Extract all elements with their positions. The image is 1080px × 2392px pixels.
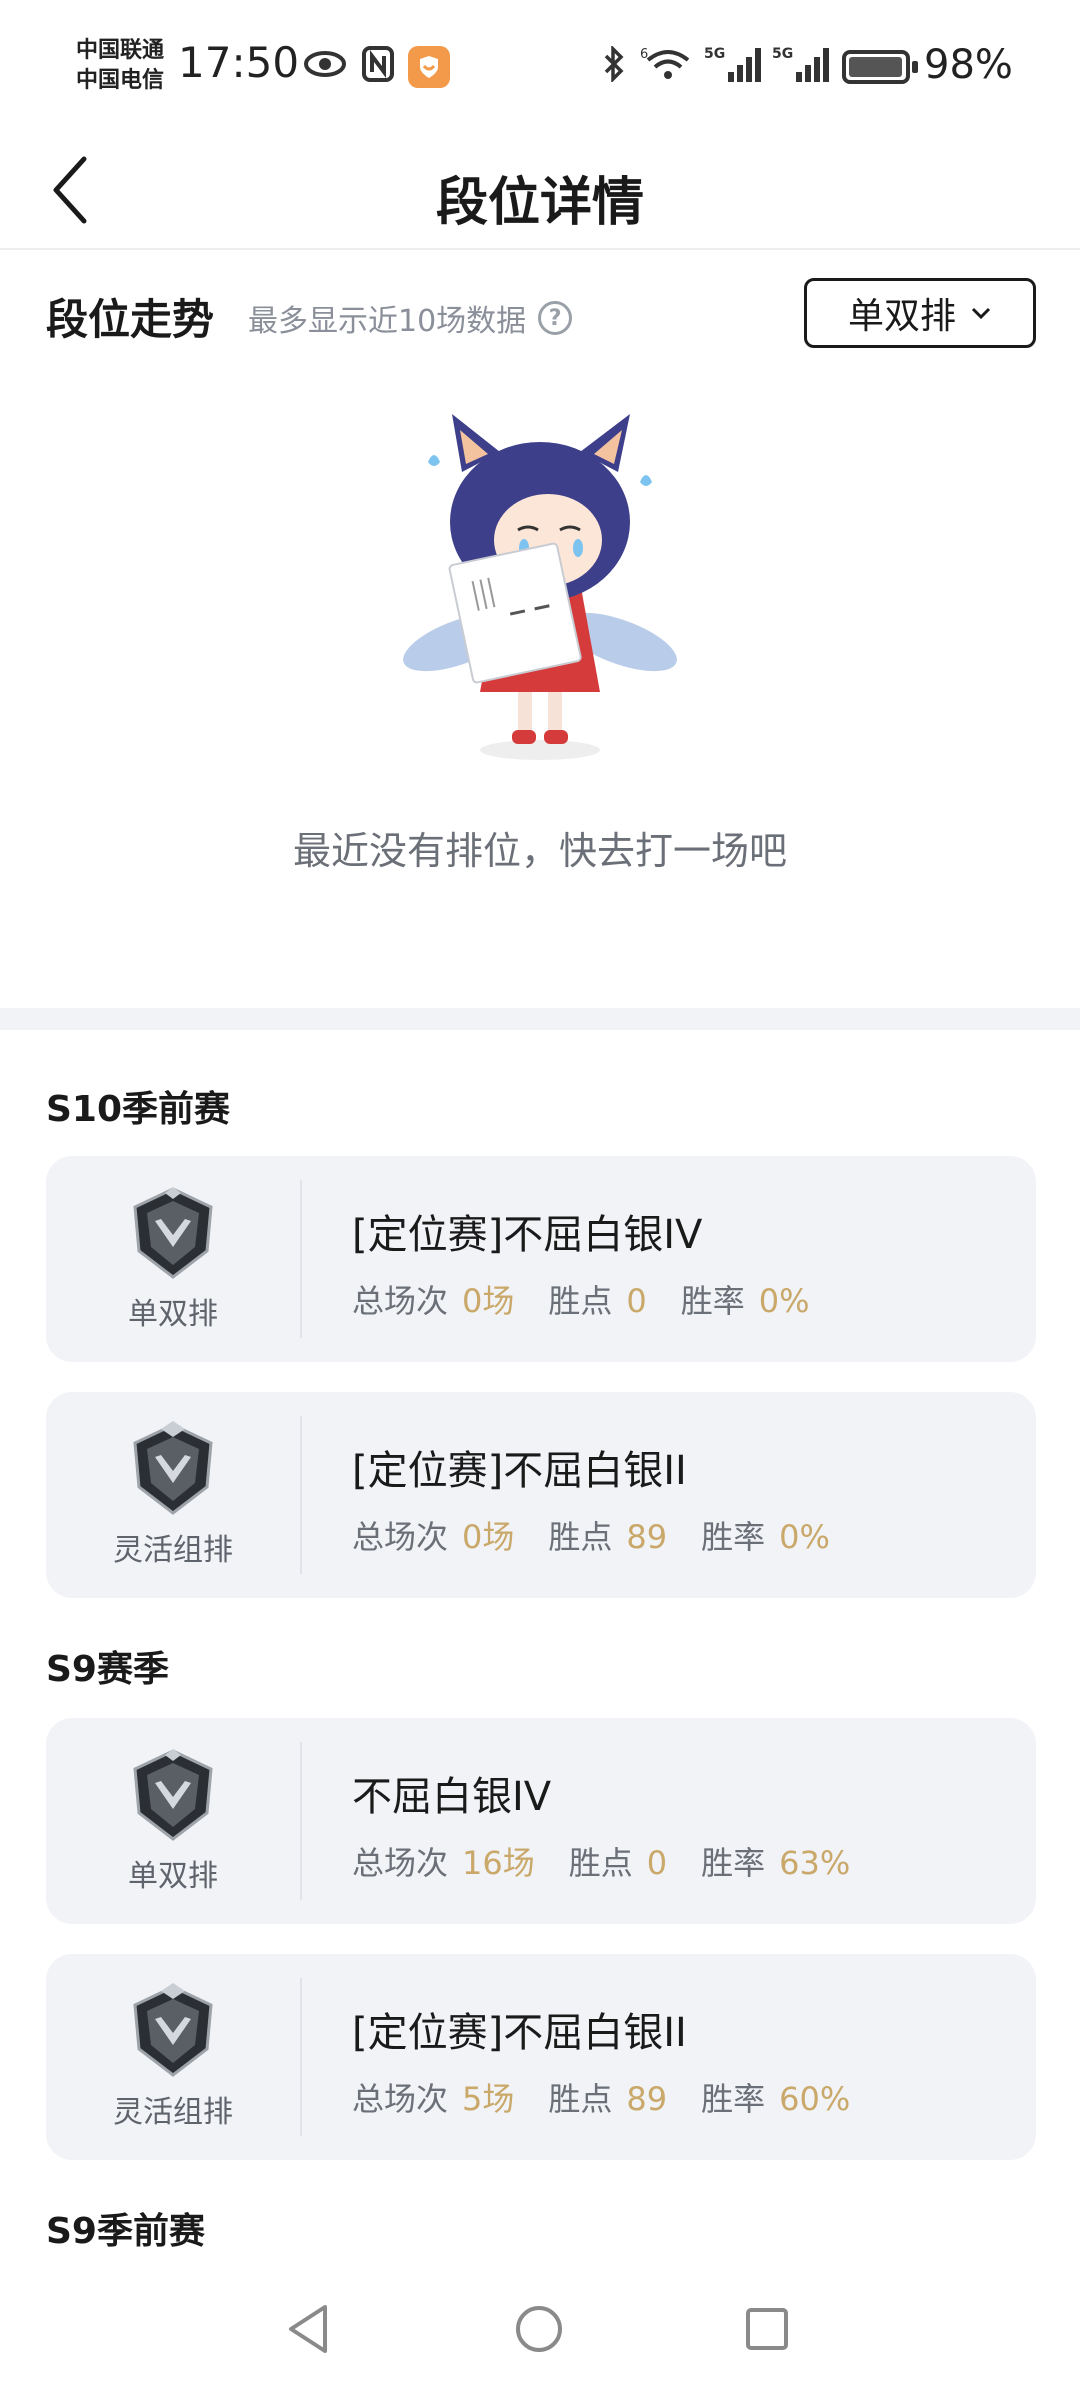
winrate-label: 胜率 [701, 1844, 766, 1882]
season-title: S9赛季 [46, 1649, 169, 1690]
season-title: S10季前赛 [46, 1089, 231, 1130]
winrate-value: 63% [779, 1844, 851, 1882]
rank-card[interactable]: 灵活组排 [定位赛]不屈白银II 总场次 0场 胜点 89 胜率 0% [46, 1392, 1036, 1598]
empty-state-message: 最近没有排位，快去打一场吧 [292, 829, 787, 873]
carrier-info: 中国联通 中国电信 [76, 36, 164, 96]
rank-name: [定位赛]不屈白银II [352, 2010, 687, 2056]
app-notification-icon [408, 46, 450, 88]
lp-value: 0 [646, 1844, 668, 1882]
rank-stats: 总场次 0场 胜点 0 胜率 0% [352, 1276, 844, 1322]
rank-card-left: 灵活组排 [46, 1954, 300, 2160]
winrate-label: 胜率 [701, 1518, 766, 1556]
winrate-value: 60% [779, 2080, 851, 2118]
games-value: 5场 [462, 2080, 515, 2118]
nav-recents-icon[interactable] [732, 2294, 802, 2364]
silver-rank-emblem-icon [133, 1421, 213, 1515]
crying-mascot-illustration [400, 412, 680, 772]
winrate-value: 0% [758, 1282, 810, 1320]
rank-stats: 总场次 5场 胜点 89 胜率 60% [352, 2074, 884, 2120]
games-label: 总场次 [352, 1282, 449, 1320]
signal-icon-2: 5G [772, 44, 834, 84]
queue-label: 单双排 [128, 1859, 218, 1894]
section-divider [0, 1008, 1080, 1030]
rank-card-left: 灵活组排 [46, 1392, 300, 1598]
lp-value: 89 [626, 1518, 668, 1556]
lp-label: 胜点 [548, 1282, 613, 1320]
card-divider [300, 1416, 302, 1574]
silver-rank-emblem-icon [133, 1187, 213, 1279]
system-navigation-bar [0, 2272, 1080, 2392]
wifi-icon: 6 [640, 44, 696, 84]
games-label: 总场次 [352, 2080, 449, 2118]
signal-icon-1: 5G [704, 44, 766, 84]
queue-label: 单双排 [128, 1297, 218, 1332]
page-title: 段位详情 [435, 173, 644, 233]
trend-section-title: 段位走势 [46, 295, 215, 344]
battery-percent: 98% [924, 42, 1013, 88]
net-type-1: 5G [704, 46, 725, 62]
queue-type-dropdown[interactable]: 单双排 [804, 278, 1036, 348]
help-icon[interactable]: ? [538, 301, 573, 335]
eye-icon [302, 44, 348, 84]
card-divider [300, 1180, 302, 1338]
status-bar: 中国联通 中国电信 17:50 6 5G 5G 98% [0, 0, 1080, 130]
rank-name: 不屈白银IV [352, 1774, 552, 1820]
nav-home-icon[interactable] [504, 2294, 574, 2364]
season-title: S9季前赛 [46, 2211, 205, 2252]
card-divider [300, 1978, 302, 2136]
battery-icon [842, 50, 918, 84]
games-label: 总场次 [352, 1844, 449, 1882]
rank-name: [定位赛]不屈白银IV [352, 1212, 703, 1258]
header: 段位详情 [0, 130, 1080, 250]
bluetooth-icon [600, 44, 628, 84]
rank-stats: 总场次 16场 胜点 0 胜率 63% [352, 1838, 884, 1884]
silver-rank-emblem-icon [133, 1749, 213, 1841]
lp-value: 0 [626, 1282, 647, 1320]
games-value: 0场 [462, 1518, 515, 1556]
lp-value: 89 [626, 2080, 668, 2118]
games-value: 16场 [462, 1844, 535, 1882]
rank-card-left: 单双排 [46, 1718, 300, 1924]
clock: 17:50 [178, 38, 300, 87]
card-divider [300, 1742, 302, 1900]
nav-back-icon[interactable] [274, 2294, 344, 2364]
chevron-down-icon [970, 306, 992, 320]
queue-label: 灵活组排 [113, 2095, 233, 2130]
battery-fill [849, 57, 902, 77]
wifi-tag: 6 [640, 47, 648, 62]
queue-type-value: 单双排 [847, 296, 956, 337]
nfc-icon [360, 44, 396, 84]
rank-stats: 总场次 0场 胜点 89 胜率 0% [352, 1512, 864, 1558]
lp-label: 胜点 [548, 1518, 613, 1556]
net-type-2: 5G [772, 46, 793, 62]
carrier-2: 中国电信 [76, 68, 165, 93]
rank-name: [定位赛]不屈白银II [352, 1448, 687, 1494]
queue-label: 灵活组排 [113, 1533, 233, 1568]
carrier-1: 中国联通 [76, 38, 165, 63]
rank-card[interactable]: 灵活组排 [定位赛]不屈白银II 总场次 5场 胜点 89 胜率 60% [46, 1954, 1036, 2160]
rank-card-left: 单双排 [46, 1156, 300, 1362]
winrate-label: 胜率 [680, 1282, 745, 1320]
rank-card[interactable]: 单双排 [定位赛]不屈白银IV 总场次 0场 胜点 0 胜率 0% [46, 1156, 1036, 1362]
winrate-value: 0% [779, 1518, 830, 1556]
winrate-label: 胜率 [701, 2080, 766, 2118]
games-label: 总场次 [352, 1518, 449, 1556]
rank-card[interactable]: 单双排 不屈白银IV 总场次 16场 胜点 0 胜率 63% [46, 1718, 1036, 1924]
games-value: 0场 [462, 1282, 515, 1320]
trend-hint-text: 最多显示近10场数据 [248, 304, 527, 339]
silver-rank-emblem-icon [133, 1983, 213, 2077]
lp-label: 胜点 [548, 2080, 613, 2118]
trend-hint: 最多显示近10场数据 ? [248, 296, 573, 340]
lp-label: 胜点 [568, 1844, 633, 1882]
